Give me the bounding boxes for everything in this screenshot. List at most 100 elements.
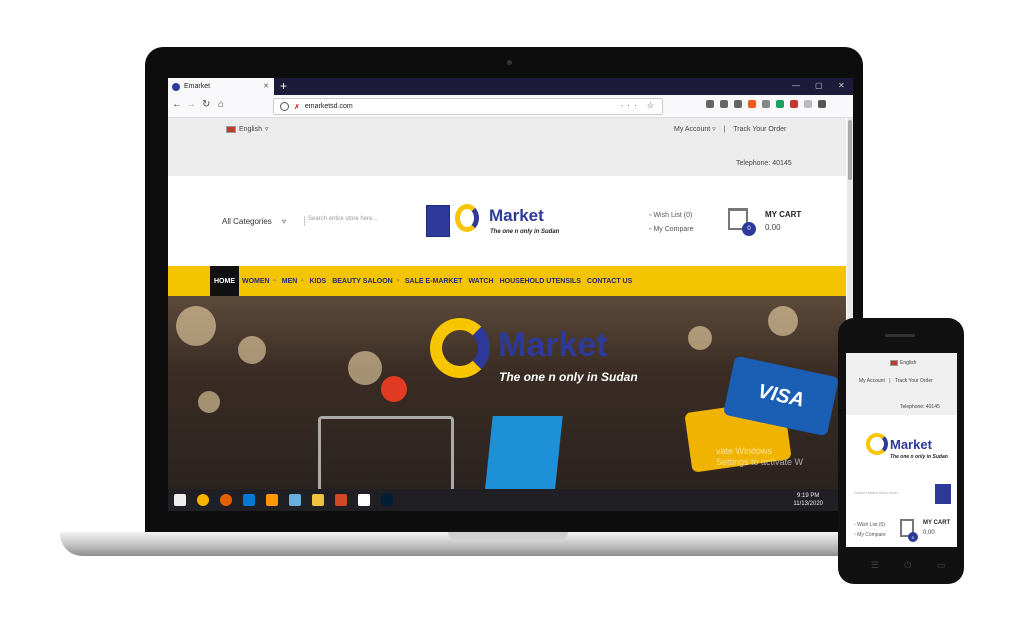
menu-label: WATCH: [468, 277, 494, 285]
mobile-language-selector[interactable]: English: [890, 360, 916, 366]
tracking-shield-icon[interactable]: ✗: [294, 103, 300, 111]
download-icon[interactable]: [706, 100, 714, 108]
phone-screen: English My Account | Track Your Order Te…: [846, 353, 957, 547]
logo-tagline: The one n only in Sudan: [490, 229, 560, 235]
bokeh-light: [688, 326, 712, 350]
minimize-icon[interactable]: —: [792, 81, 800, 90]
menu-item-home[interactable]: HOME: [210, 266, 239, 296]
banner-tagline: The one n only in Sudan: [499, 370, 638, 384]
library-icon[interactable]: [720, 100, 728, 108]
search-input[interactable]: Search entire store here...: [304, 216, 418, 226]
chevron-down-icon: ▫: [273, 278, 276, 284]
scroll-thumb[interactable]: [848, 120, 852, 180]
my-account-link[interactable]: My Account: [674, 126, 710, 133]
taskbar-clock[interactable]: 9:19 PM 11/13/2020: [793, 492, 823, 508]
track-order-link[interactable]: Track Your Order: [733, 126, 786, 133]
firefox-icon[interactable]: [220, 494, 232, 506]
logo-word[interactable]: Market: [489, 206, 544, 226]
language-selector[interactable]: English ▿: [226, 125, 268, 133]
menu-label: BEAUTY SALOON: [332, 277, 393, 285]
info-icon[interactable]: [280, 102, 289, 111]
mobile-compare-link[interactable]: ▫ My Compare: [854, 530, 886, 540]
menu-item-watch[interactable]: WATCH: [465, 266, 496, 296]
page-actions-icon[interactable]: ··· ☆: [621, 101, 658, 110]
chevron-down-icon: ▿: [712, 126, 716, 133]
extension-icon[interactable]: [748, 100, 756, 108]
compare-link[interactable]: ▫ My Compare: [649, 223, 694, 237]
sidebar-icon[interactable]: [734, 100, 742, 108]
extension-icon[interactable]: [762, 100, 770, 108]
wishlist-link[interactable]: ▫ Wish List (0): [649, 209, 694, 223]
browser-tab[interactable]: Emarket ✕: [168, 78, 274, 95]
search-button[interactable]: [426, 205, 450, 237]
separator: |: [723, 126, 726, 133]
mobile-wishlist-block: ▫ Wish List (0) ▫ My Compare: [854, 520, 886, 540]
mobile-top-links: My Account | Track Your Order: [859, 378, 933, 384]
phone-back-icon[interactable]: ☰: [871, 560, 879, 571]
mobile-wishlist-link[interactable]: ▫ Wish List (0): [854, 520, 886, 530]
tab-title: Emarket: [184, 83, 211, 90]
cart-label[interactable]: MY CART: [765, 210, 801, 219]
menu-item-men[interactable]: MEN ▫: [279, 266, 307, 296]
all-categories-dropdown[interactable]: All Categories ▿: [222, 217, 286, 226]
menu-icon[interactable]: [818, 100, 826, 108]
logo-mark-icon[interactable]: [455, 204, 479, 232]
menu-label: KIDS: [309, 277, 327, 285]
mobile-search-button[interactable]: [935, 484, 951, 504]
menu-item-household[interactable]: HOUSEHOLD UTENSILS: [497, 266, 584, 296]
mobile-cart-label[interactable]: MY CART: [923, 520, 950, 526]
back-icon[interactable]: ←: [172, 99, 182, 110]
forward-icon[interactable]: →: [186, 99, 196, 110]
address-bar[interactable]: ✗ emarketsd.com ··· ☆: [273, 98, 663, 115]
mobile-search-input[interactable]: Search entire store here...: [854, 490, 900, 495]
hero-banner[interactable]: VISA Market The one n only in Sudan vate…: [168, 296, 846, 489]
home-icon[interactable]: ⌂: [218, 99, 224, 110]
close-tab-icon[interactable]: ✕: [263, 82, 269, 90]
windows-start-icon[interactable]: [174, 494, 186, 506]
menu-label: HOUSEHOLD UTENSILS: [499, 277, 581, 285]
mobile-logo-mark-icon[interactable]: [866, 433, 888, 455]
phone-nav-buttons: ☰ ⏻ ▭: [858, 560, 958, 571]
wishlist-label: Wish List (0): [653, 212, 693, 219]
phone-recent-icon[interactable]: ▭: [937, 560, 946, 571]
menu-item-women[interactable]: WOMEN ▫: [239, 266, 279, 296]
telephone-text: Telephone: 40145: [736, 160, 792, 167]
cart-count-badge: 0: [742, 222, 756, 236]
chevron-down-icon: ▫: [301, 278, 304, 284]
menu-item-kids[interactable]: KIDS: [306, 266, 329, 296]
extension-new-icon[interactable]: [790, 100, 798, 108]
chevron-down-icon: ▫: [396, 278, 399, 284]
laptop-notch: [448, 532, 568, 540]
site-favicon-icon: [172, 82, 180, 91]
photos-icon[interactable]: [358, 494, 370, 506]
maximize-icon[interactable]: ▢: [815, 81, 823, 90]
flag-icon: [226, 125, 236, 133]
phone-home-icon[interactable]: ⏻: [904, 560, 911, 571]
mobile-my-account-link[interactable]: My Account: [859, 378, 885, 384]
mobile-logo-word[interactable]: Market: [890, 437, 932, 452]
grammarly-icon[interactable]: [776, 100, 784, 108]
reload-icon[interactable]: ↻: [202, 99, 210, 110]
close-window-icon[interactable]: ✕: [838, 81, 845, 90]
mobile-track-order-link[interactable]: Track Your Order: [895, 378, 933, 384]
activate-line-2: Settings to activate W: [716, 457, 804, 467]
separator: |: [889, 378, 891, 384]
sublime-icon[interactable]: [266, 494, 278, 506]
wishlist-block: ▫ Wish List (0) ▫ My Compare: [649, 209, 694, 237]
bokeh-light: [238, 336, 266, 364]
chrome-icon[interactable]: [197, 494, 209, 506]
top-links: My Account ▿ | Track Your Order: [674, 125, 786, 133]
photoshop-icon[interactable]: [381, 494, 393, 506]
extension-icon[interactable]: [804, 100, 812, 108]
skype-icon[interactable]: [243, 494, 255, 506]
folder-icon[interactable]: [312, 494, 324, 506]
powerpoint-icon[interactable]: [335, 494, 347, 506]
camera-dot: [507, 60, 512, 65]
new-tab-icon[interactable]: +: [280, 79, 287, 93]
menu-label: HOME: [214, 277, 235, 285]
mobile-telephone-text: Telephone: 40145: [900, 404, 940, 410]
notepad-icon[interactable]: [289, 494, 301, 506]
menu-item-contact[interactable]: CONTACT US: [584, 266, 635, 296]
menu-item-beauty-saloon[interactable]: BEAUTY SALOON ▫: [329, 266, 402, 296]
menu-item-sale[interactable]: SALE E-MARKET: [402, 266, 466, 296]
